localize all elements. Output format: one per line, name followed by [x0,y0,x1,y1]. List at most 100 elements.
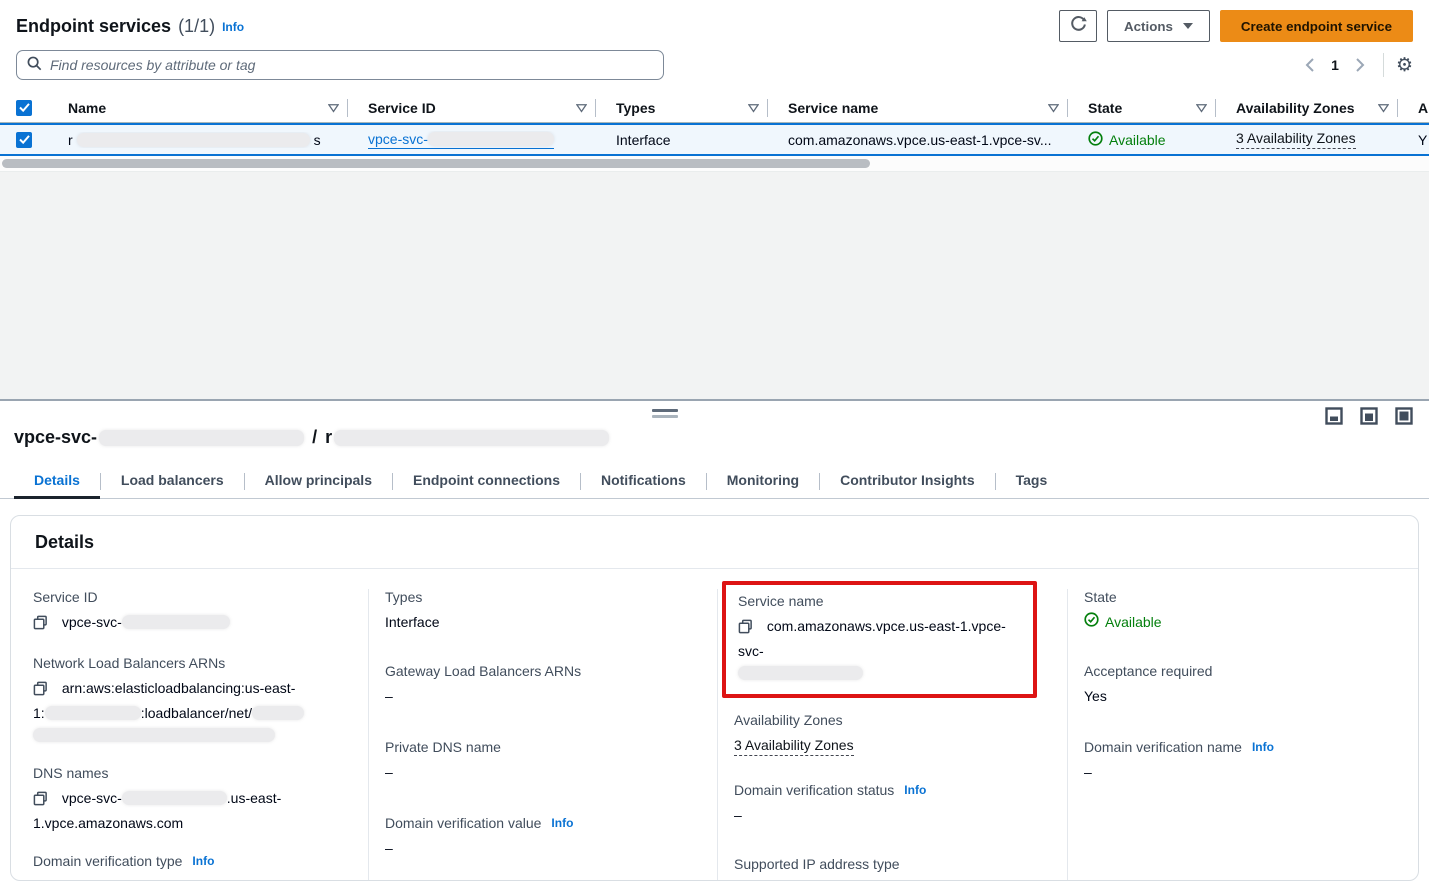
field-domain-verification-type: Domain verification type Info – [33,853,350,881]
split-panel: vpce-svc- / r Details Load balancers All… [0,399,1429,886]
field-domain-verification-status: Domain verification status Info – [734,782,1049,826]
redacted-name [334,430,609,446]
search-icon [27,56,42,74]
previous-page-button[interactable] [1297,52,1323,78]
split-panel-title: vpce-svc- / r [14,427,1429,448]
tab-allow-principals[interactable]: Allow principals [245,464,392,498]
info-link[interactable]: Info [904,783,926,797]
next-page-button[interactable] [1347,52,1373,78]
field-state: State Available [1084,589,1400,633]
endpoint-services-list-section: Endpoint services (1/1) Info Actions Cre… [0,0,1429,399]
page-number[interactable]: 1 [1323,57,1347,73]
split-panel-mode-buttons [1325,407,1413,428]
tab-tags[interactable]: Tags [996,464,1068,498]
chevron-down-icon [1183,23,1193,29]
panel-mode-bottom-small-icon[interactable] [1325,407,1343,428]
cell-name: r s [48,132,348,148]
status-badge: Available [1105,611,1162,633]
service-id-link[interactable]: vpce-svc- [368,131,554,149]
availability-zones-popover-trigger[interactable]: 3 Availability Zones [1236,130,1356,149]
sort-icon[interactable] [1378,103,1389,113]
cell-acceptance-truncated: Y [1398,132,1429,148]
field-service-id: Service ID vpce-svc- [33,589,350,636]
search-input[interactable] [50,57,653,73]
field-domain-verification-value: Domain verification value Info – [385,815,699,859]
info-link[interactable]: Info [551,816,573,830]
select-all-checkbox[interactable] [16,100,32,116]
redacted-service-id [428,132,554,146]
availability-zones-popover-trigger[interactable]: 3 Availability Zones [734,737,854,756]
info-link[interactable]: Info [192,854,214,868]
actions-button[interactable]: Actions [1107,10,1210,42]
resource-count: (1/1) [178,16,215,37]
tab-contributor-insights[interactable]: Contributor Insights [820,464,995,498]
horizontal-scrollbar-thumb[interactable] [2,159,870,168]
sort-icon[interactable] [328,103,339,113]
column-header-service-id[interactable]: Service ID [348,93,596,122]
sort-icon[interactable] [748,103,759,113]
field-types: Types Interface [385,589,699,633]
details-card-heading: Details [11,516,1418,569]
copy-icon[interactable] [738,618,753,640]
cell-service-name: com.amazonaws.vpce.us-east-1.vpce-sv... [768,132,1068,148]
tab-notifications[interactable]: Notifications [581,464,706,498]
preferences-gear-icon[interactable]: ⚙ [1396,56,1413,75]
tab-monitoring[interactable]: Monitoring [707,464,819,498]
list-header: Endpoint services (1/1) Info Actions Cre… [0,10,1429,42]
filter-row: 1 ⚙ [0,49,1429,81]
status-available-icon [1084,611,1099,633]
redacted-value [122,615,230,629]
copy-icon[interactable] [33,680,48,702]
cell-service-id: vpce-svc- [348,131,596,149]
details-column-4: State Available Acceptance required Yes [1067,589,1418,881]
redacted-value [45,706,141,720]
tab-details[interactable]: Details [14,464,100,498]
field-supported-ip-address-type: Supported IP address type ipv4 [734,856,1049,881]
redacted-value [122,791,227,805]
tab-load-balancers[interactable]: Load balancers [101,464,244,498]
refresh-button[interactable] [1059,10,1097,42]
sort-icon[interactable] [576,103,587,113]
create-endpoint-service-button[interactable]: Create endpoint service [1220,10,1413,42]
copy-icon[interactable] [33,790,48,812]
field-acceptance-required: Acceptance required Yes [1084,663,1400,707]
table-row[interactable]: r s vpce-svc- Interface com.amazonaws.vp… [0,123,1429,156]
panel-mode-bottom-half-icon[interactable] [1360,407,1378,428]
tab-bar: Details Load balancers Allow principals … [0,464,1429,499]
empty-area [0,171,1429,399]
details-column-2: Types Interface Gateway Load Balancers A… [368,589,717,881]
tab-endpoint-connections[interactable]: Endpoint connections [393,464,580,498]
horizontal-scrollbar[interactable] [0,156,1429,171]
sort-icon[interactable] [1196,103,1207,113]
sort-icon[interactable] [1048,103,1059,113]
column-header-name[interactable]: Name [48,93,348,122]
split-panel-drag-handle[interactable] [652,409,678,418]
column-header-state[interactable]: State [1068,93,1216,122]
title-info-link[interactable]: Info [222,20,244,34]
column-header-acceptance-truncated[interactable]: A [1398,93,1429,122]
controls-divider [1383,53,1384,77]
field-dns-names: DNS names vpce-svc-.us-east- 1.vpce.amaz… [33,765,350,834]
page-title: Endpoint services [16,16,171,37]
copy-icon[interactable] [33,614,48,636]
details-column-1: Service ID vpce-svc- Network Load Balanc… [11,589,368,881]
redacted-value [252,706,304,720]
column-header-service-name[interactable]: Service name [768,93,1068,122]
row-checkbox[interactable] [16,132,32,148]
redacted-service-id [99,430,304,446]
field-domain-verification-name: Domain verification name Info – [1084,739,1400,783]
search-box[interactable] [16,50,664,80]
info-link[interactable]: Info [1252,740,1274,754]
column-header-availability-zones[interactable]: Availability Zones [1216,93,1398,122]
field-service-name: Service name com.amazonaws.vpce.us-east-… [738,593,1021,684]
field-gateway-load-balancers-arns: Gateway Load Balancers ARNs – [385,663,699,707]
redacted-value [738,666,863,680]
cell-availability-zones: 3 Availability Zones [1216,130,1398,149]
service-name-highlight-box: Service name com.amazonaws.vpce.us-east-… [722,581,1037,698]
table-header-row: Name Service ID Types Service name State [0,93,1429,123]
actions-button-label: Actions [1124,19,1173,34]
column-header-types[interactable]: Types [596,93,768,122]
details-column-3: Service name com.amazonaws.vpce.us-east-… [717,589,1067,881]
endpoint-services-table: Name Service ID Types Service name State [0,93,1429,171]
panel-mode-full-icon[interactable] [1395,407,1413,428]
